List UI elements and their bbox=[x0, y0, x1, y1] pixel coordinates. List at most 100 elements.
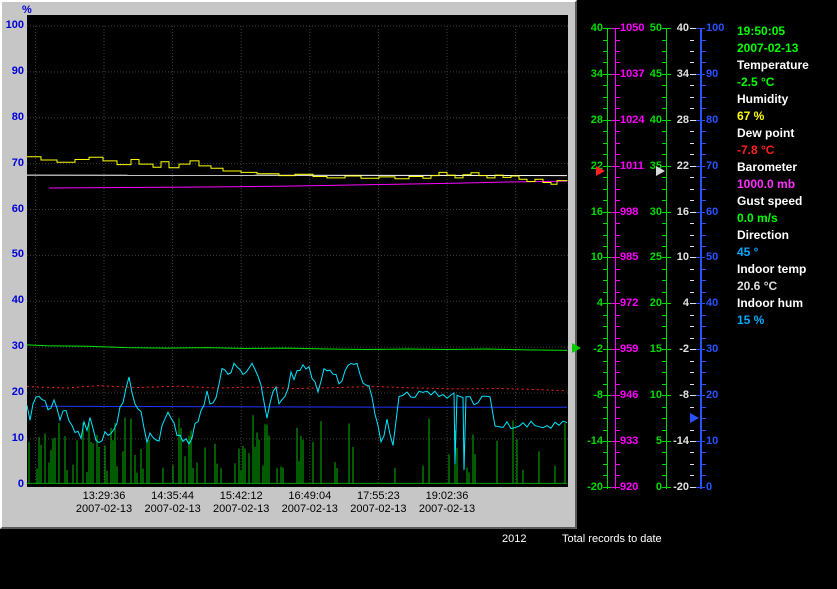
scale-minor-tick bbox=[662, 406, 666, 408]
scale-major-tick bbox=[696, 119, 705, 121]
scale-major-tick bbox=[696, 73, 705, 75]
scale-minor-tick bbox=[702, 234, 706, 236]
scale-minor-tick bbox=[603, 372, 607, 374]
scale-minor-tick bbox=[662, 372, 666, 374]
readout-label: Dew point bbox=[737, 126, 795, 140]
scale-tick-label: -20 bbox=[587, 480, 603, 493]
scale-tick-label: 10 bbox=[590, 251, 603, 264]
scale-minor-tick bbox=[662, 418, 666, 419]
scale-minor-tick bbox=[662, 383, 666, 385]
scale-tick-label: -20 bbox=[673, 480, 689, 493]
scale-minor-tick bbox=[702, 131, 706, 133]
scale-minor-tick bbox=[603, 475, 607, 477]
scale-minor-tick bbox=[603, 154, 607, 156]
readout-label: Direction bbox=[737, 228, 790, 242]
scale-minor-tick bbox=[616, 475, 620, 477]
scale-minor-tick bbox=[662, 245, 666, 247]
scale-minor-tick bbox=[616, 39, 620, 41]
scale-minor-tick bbox=[603, 188, 607, 190]
scale-minor-tick bbox=[662, 62, 666, 64]
scale-minor-tick bbox=[616, 177, 620, 179]
scale-major-tick bbox=[696, 28, 705, 29]
scale-tick-label: 16 bbox=[676, 205, 689, 218]
current-date: 2007-02-13 bbox=[737, 41, 799, 55]
scale-minor-tick bbox=[690, 96, 694, 98]
scale-tick-label: 10 bbox=[676, 251, 689, 264]
scale-minor-tick bbox=[690, 177, 694, 179]
scale-major-tick bbox=[611, 211, 620, 213]
scale-tick-label: 40 bbox=[676, 22, 689, 34]
readout-label: Temperature bbox=[737, 58, 809, 72]
scale-minor-tick bbox=[662, 200, 666, 202]
scale-minor-tick bbox=[702, 177, 706, 179]
scale-minor-tick bbox=[702, 50, 706, 52]
scale-minor-tick bbox=[690, 131, 694, 133]
scale-tick-label: 28 bbox=[676, 113, 689, 126]
scale-minor-tick bbox=[662, 475, 666, 477]
scale-minor-tick bbox=[616, 96, 620, 98]
scale-minor-tick bbox=[702, 463, 706, 465]
scale-tick-label: 40 bbox=[706, 297, 719, 310]
scale-minor-tick bbox=[702, 383, 706, 385]
scale-minor-tick bbox=[662, 50, 666, 52]
scale-tick-label: 80 bbox=[706, 113, 719, 126]
scale-minor-tick bbox=[603, 280, 607, 282]
scale-tick-label: 20 bbox=[706, 389, 719, 402]
scale-minor-tick bbox=[603, 383, 607, 385]
readout-value: -7.8 °C bbox=[737, 143, 775, 157]
scale-tick-label: -14 bbox=[587, 434, 603, 447]
scale-minor-tick bbox=[616, 418, 620, 419]
scale-minor-tick bbox=[616, 142, 620, 144]
scale-minor-tick bbox=[603, 463, 607, 465]
scale-minor-tick bbox=[603, 245, 607, 247]
scale-tick-label: 34 bbox=[676, 67, 689, 80]
scale-minor-tick bbox=[603, 360, 607, 362]
scale-major-tick bbox=[696, 349, 705, 351]
scale-minor-tick bbox=[662, 177, 666, 179]
scale-minor-tick bbox=[603, 452, 607, 454]
scale-minor-tick bbox=[616, 223, 620, 224]
readout-value: 67 % bbox=[737, 109, 765, 123]
scale-minor-tick bbox=[662, 39, 666, 41]
scale-minor-tick bbox=[702, 142, 706, 144]
scale-tick-label: 30 bbox=[706, 343, 719, 356]
scale-minor-tick bbox=[702, 475, 706, 477]
scale-major-tick bbox=[696, 165, 705, 167]
scale-minor-tick bbox=[662, 234, 666, 236]
scale-major-tick bbox=[611, 28, 620, 29]
scale-tick-label: 60 bbox=[706, 205, 719, 218]
scale-minor-tick bbox=[690, 200, 694, 202]
scale-minor-tick bbox=[690, 360, 694, 362]
scale-tick-label: -2 bbox=[679, 343, 689, 356]
scale-minor-tick bbox=[662, 154, 666, 156]
scale-minor-tick bbox=[616, 62, 620, 64]
scale-minor-tick bbox=[662, 314, 666, 316]
scale-minor-tick bbox=[616, 85, 620, 87]
scale-minor-tick bbox=[662, 429, 666, 431]
scale-minor-tick bbox=[690, 337, 694, 339]
scale-minor-tick bbox=[616, 372, 620, 374]
scale-minor-tick bbox=[616, 200, 620, 202]
scale-minor-tick bbox=[702, 429, 706, 431]
scale-major-tick bbox=[696, 211, 705, 213]
scale-tick-label: 50 bbox=[706, 251, 719, 264]
scale-major-tick bbox=[611, 165, 620, 167]
scale-tick-label: 70 bbox=[706, 159, 719, 172]
scale-tick-label: 34 bbox=[590, 67, 603, 80]
scale-major-tick bbox=[696, 440, 705, 442]
scale-minor-tick bbox=[603, 223, 607, 224]
scale-minor-tick bbox=[690, 62, 694, 64]
scale-minor-tick bbox=[702, 291, 706, 293]
scale-minor-tick bbox=[662, 360, 666, 362]
scale-minor-tick bbox=[603, 314, 607, 316]
readout-value: -2.5 °C bbox=[737, 75, 775, 89]
scale-tick-label: 4 bbox=[682, 297, 689, 310]
scale-minor-tick bbox=[603, 234, 607, 236]
scale-minor-tick bbox=[690, 223, 694, 224]
scale-minor-tick bbox=[616, 314, 620, 316]
scale-minor-tick bbox=[702, 268, 706, 270]
scale-minor-tick bbox=[603, 418, 607, 419]
scale-minor-tick bbox=[662, 291, 666, 293]
scale-minor-tick bbox=[702, 39, 706, 41]
scale-minor-tick bbox=[616, 131, 620, 133]
